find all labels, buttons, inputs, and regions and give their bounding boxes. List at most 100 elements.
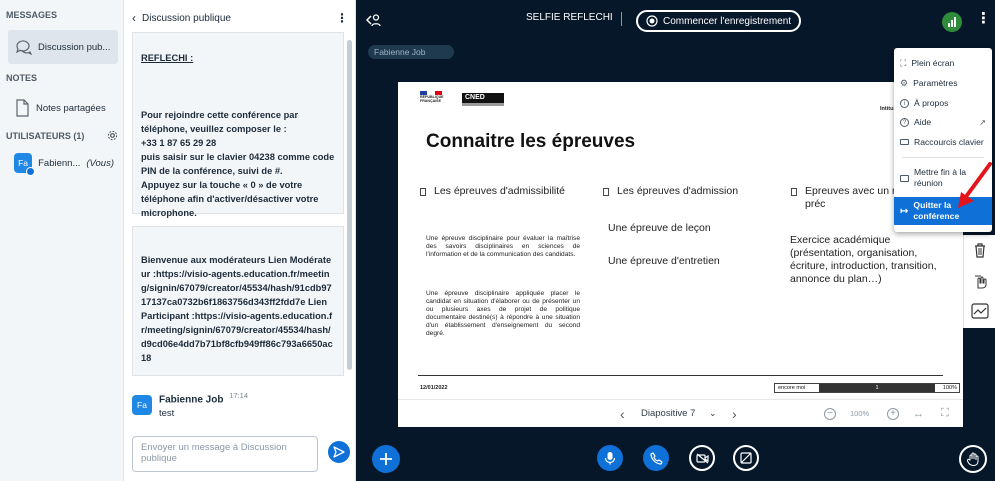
zoom-in-icon[interactable]: + (887, 407, 899, 420)
whiteboard-toolbar (963, 235, 995, 328)
sidebar-item-public-chat[interactable]: Discussion pub... (8, 30, 118, 64)
chevron-left-icon[interactable]: ‹ (132, 11, 136, 25)
audio-button[interactable] (643, 445, 669, 471)
slide-footer-rule (418, 375, 943, 376)
record-button[interactable]: Commencer l'enregistrement (636, 10, 802, 32)
keyboard-icon (900, 139, 909, 145)
more-options-icon[interactable]: ⋮ (336, 11, 348, 25)
users-toggle-icon[interactable] (366, 13, 382, 27)
menu-item-about[interactable]: i À propos (894, 96, 992, 110)
chat-panel: ‹ Discussion publique ⋮ REFLECHI : Pour … (124, 0, 356, 481)
menu-item-settings[interactable]: ⚙ Paramètres (894, 76, 992, 90)
fullscreen-icon[interactable]: ⛶ (941, 407, 949, 420)
meeting-title: SELFIE REFLECHI (526, 12, 613, 23)
chat-icon (15, 40, 32, 56)
chat-title: Discussion publique (142, 12, 231, 24)
menu-item-keyboard-shortcuts[interactable]: Raccourcis clavier (894, 135, 992, 149)
external-link-icon: ↗ (979, 117, 986, 127)
phone-icon (649, 451, 663, 465)
user-tag: (Vous) (86, 157, 114, 169)
previous-slide-button[interactable]: ‹ (620, 406, 625, 422)
user-list-item[interactable]: Fa Fabienn... (Vous) (8, 151, 120, 176)
plus-icon (380, 453, 392, 465)
messages-heading: MESSAGES (6, 10, 58, 20)
status-icon (26, 167, 36, 176)
connection-status-button[interactable] (942, 12, 962, 32)
app-window: MESSAGES Discussion pub... NOTES Notes p… (0, 0, 995, 481)
chat-message-input[interactable]: Envoyer un message à Discussion publique (132, 436, 318, 472)
red-arrow-annotation (958, 162, 992, 208)
fullscreen-icon: ⛶ (900, 57, 907, 68)
notes-heading: NOTES (6, 73, 38, 83)
hand-icon (966, 452, 978, 466)
trash-icon[interactable] (973, 242, 987, 258)
end-meeting-icon (900, 174, 909, 182)
checkbox-icon (791, 188, 797, 196)
message-text: test (159, 408, 175, 420)
info-icon: i (900, 98, 909, 108)
raise-hand-button[interactable] (959, 445, 987, 473)
top-bar: SELFIE REFLECHI Commencer l'enregistreme… (356, 0, 995, 40)
more-options-icon[interactable]: ⋮ (976, 9, 991, 27)
presenter-name-pill: Fabienne Job (368, 45, 454, 59)
send-icon (333, 446, 345, 458)
slide-paragraph: Une épreuve d'entretien (608, 255, 720, 267)
progress-label: encore moi (775, 384, 819, 392)
connection-bar-icon (951, 20, 953, 27)
heading-text: Les épreuves d'admissibilité (434, 185, 565, 197)
avatar-initials: Fa (137, 400, 147, 410)
camera-button[interactable] (689, 445, 715, 471)
users-header: UTILISATEURS (1) (6, 130, 118, 141)
send-button[interactable] (328, 441, 350, 463)
logout-icon: ↦ (900, 205, 909, 217)
actions-button[interactable] (372, 445, 400, 473)
message-time: 17:14 (229, 391, 249, 400)
microphone-icon (604, 452, 616, 465)
avatar: Fa (132, 395, 152, 415)
multi-user-whiteboard-icon[interactable] (971, 303, 989, 319)
chevron-down-icon[interactable]: ⌄ (709, 408, 717, 419)
notes-icon (16, 99, 29, 117)
presentation-slide: RÉPUBLIQUE FRANÇAISE CNED Intitulé de la… (398, 82, 963, 399)
menu-item-label: Aide (914, 116, 932, 127)
record-label: Commencer l'enregistrement (663, 15, 792, 27)
avatar-initials: Fa (18, 158, 29, 168)
sidebar-item-shared-notes[interactable]: Notes partagées (8, 94, 118, 122)
screen-share-off-icon (740, 452, 752, 464)
connection-bar-icon (954, 17, 956, 27)
progress-number: 1 (819, 384, 935, 392)
slide-paragraph: Une épreuve disciplinaire pour évaluer l… (426, 235, 580, 258)
slide-column-heading: Les épreuves d'admission (603, 185, 773, 198)
sidebar-item-label: Discussion pub... (38, 41, 111, 53)
camera-off-icon (695, 453, 709, 463)
message-author: Fabienne Job (159, 394, 224, 406)
zoom-out-icon[interactable]: − (824, 407, 836, 420)
logo-text: FRANÇAISE (420, 99, 441, 103)
screen-share-button[interactable] (733, 445, 759, 471)
message-body: Fabienne Job 17:14 test (159, 391, 248, 425)
menu-item-fullscreen[interactable]: ⛶ Plein écran (894, 56, 992, 70)
slide-title: Connaitre les épreuves (426, 131, 636, 152)
slide-footer-date: 12/01/2022 (420, 385, 448, 391)
chat-scrollbar[interactable] (347, 40, 352, 370)
sidebar: MESSAGES Discussion pub... NOTES Notes p… (0, 0, 124, 481)
chat-message-phone: Pour rejoindre cette conférence par télé… (132, 78, 344, 218)
message-text: Pour rejoindre cette conférence par télé… (141, 110, 335, 218)
slide-column-heading: Les épreuves d'admissibilité (420, 185, 580, 198)
gear-icon[interactable] (107, 130, 118, 141)
next-slide-button[interactable]: › (732, 406, 737, 422)
gear-icon: ⚙ (900, 77, 909, 88)
checkbox-icon (420, 188, 426, 196)
avatar: Fa (14, 153, 36, 176)
users-heading: UTILISATEURS (1) (6, 130, 85, 141)
help-icon: ? (900, 117, 909, 127)
slide-selector-label[interactable]: Diapositive 7 (641, 408, 695, 419)
user-name: Fabienn... (38, 157, 81, 169)
fit-width-icon[interactable]: ↔ (913, 408, 924, 420)
logo-underline (462, 103, 504, 106)
pointer-hand-icon[interactable] (973, 273, 987, 289)
menu-item-help[interactable]: ? Aide ↗ (894, 115, 992, 129)
menu-item-label: Plein écran (911, 57, 955, 68)
microphone-button[interactable] (597, 445, 623, 471)
sidebar-item-label: Notes partagées (36, 102, 106, 114)
